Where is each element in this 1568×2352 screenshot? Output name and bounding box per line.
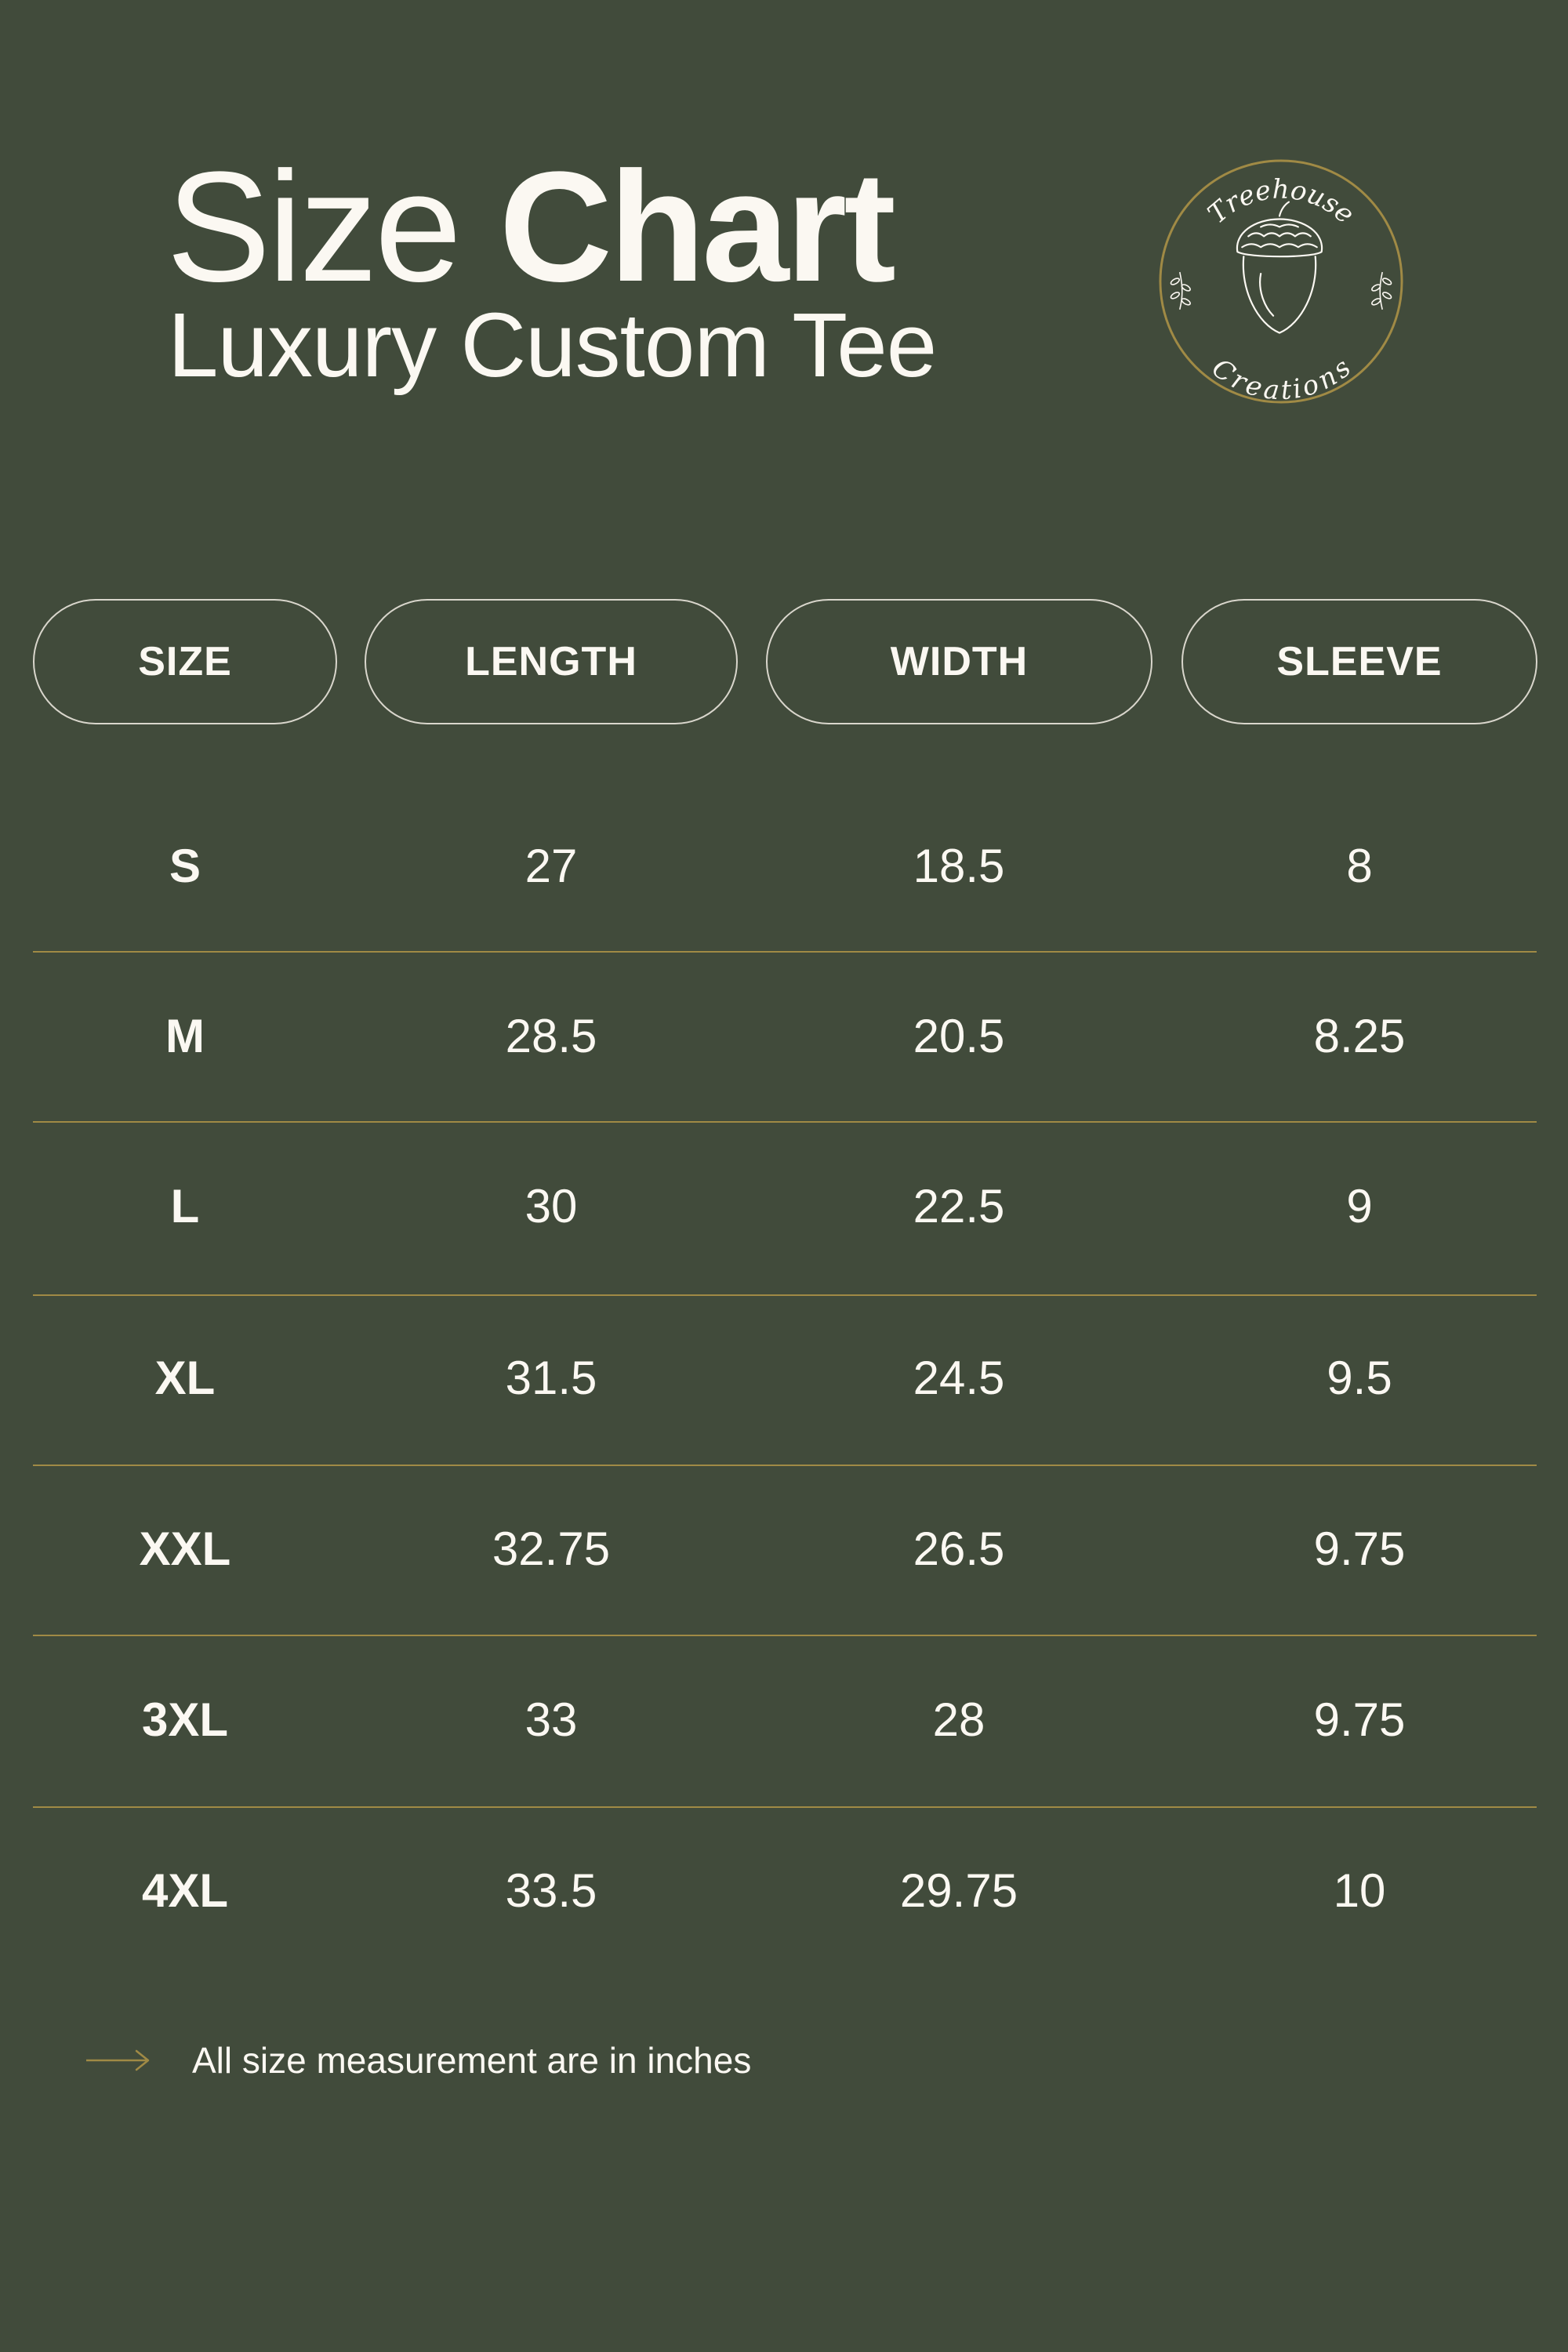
row-divider bbox=[33, 1121, 1537, 1123]
svg-text:Creations: Creations bbox=[1207, 352, 1357, 405]
page-title: Size Chart bbox=[166, 149, 896, 306]
svg-text:Treehouse: Treehouse bbox=[1202, 174, 1360, 230]
row-divider bbox=[33, 1465, 1537, 1466]
cell-size: S bbox=[169, 840, 201, 892]
cell-length: 33 bbox=[524, 1693, 578, 1746]
cell-size: XXL bbox=[139, 1523, 231, 1575]
cell-size: 4XL bbox=[141, 1864, 229, 1917]
logo-bottom-text: Creations bbox=[1207, 352, 1357, 405]
cell-sleeve: 9.75 bbox=[1313, 1523, 1406, 1575]
leaf-left-icon bbox=[1170, 271, 1191, 310]
row-divider bbox=[33, 1294, 1537, 1296]
cell-size: XL bbox=[154, 1352, 216, 1404]
cell-sleeve: 9.75 bbox=[1313, 1693, 1406, 1746]
row-divider bbox=[33, 1806, 1537, 1808]
cell-width: 26.5 bbox=[913, 1523, 1005, 1575]
cell-sleeve: 8 bbox=[1346, 840, 1373, 892]
row-divider bbox=[33, 1635, 1537, 1636]
cell-length: 33.5 bbox=[505, 1864, 597, 1917]
measurement-note: All size measurement are in inches bbox=[192, 2040, 752, 2081]
cell-sleeve: 10 bbox=[1333, 1864, 1386, 1917]
title-bold: Chart bbox=[499, 140, 896, 314]
column-header-sleeve: SLEEVE bbox=[1181, 599, 1537, 724]
cell-length: 28.5 bbox=[505, 1010, 597, 1062]
page-subtitle: Luxury Custom Tee bbox=[168, 294, 937, 396]
cell-sleeve: 9.5 bbox=[1327, 1352, 1392, 1404]
cell-size: 3XL bbox=[141, 1693, 229, 1746]
logo-top-text: Treehouse bbox=[1202, 174, 1360, 230]
cell-width: 22.5 bbox=[913, 1180, 1005, 1232]
cell-size: L bbox=[170, 1180, 200, 1232]
column-header-length: LENGTH bbox=[365, 599, 738, 724]
leaf-right-icon bbox=[1371, 271, 1392, 310]
cell-size: M bbox=[165, 1010, 205, 1062]
column-header-width: WIDTH bbox=[766, 599, 1152, 724]
title-light: Size bbox=[166, 140, 462, 314]
cell-width: 20.5 bbox=[913, 1010, 1005, 1062]
brand-logo: Treehouse Creations bbox=[1159, 159, 1403, 405]
cell-width: 29.75 bbox=[899, 1864, 1018, 1917]
cell-width: 24.5 bbox=[913, 1352, 1005, 1404]
column-header-size: SIZE bbox=[33, 599, 337, 724]
arrow-right-icon bbox=[86, 2049, 150, 2071]
cell-width: 28 bbox=[932, 1693, 985, 1746]
cell-length: 31.5 bbox=[505, 1352, 597, 1404]
cell-sleeve: 9 bbox=[1346, 1180, 1373, 1232]
acorn-icon bbox=[1236, 201, 1323, 334]
cell-length: 30 bbox=[524, 1180, 578, 1232]
cell-sleeve: 8.25 bbox=[1313, 1010, 1406, 1062]
cell-width: 18.5 bbox=[913, 840, 1005, 892]
row-divider bbox=[33, 951, 1537, 953]
cell-length: 32.75 bbox=[492, 1523, 611, 1575]
cell-length: 27 bbox=[524, 840, 578, 892]
